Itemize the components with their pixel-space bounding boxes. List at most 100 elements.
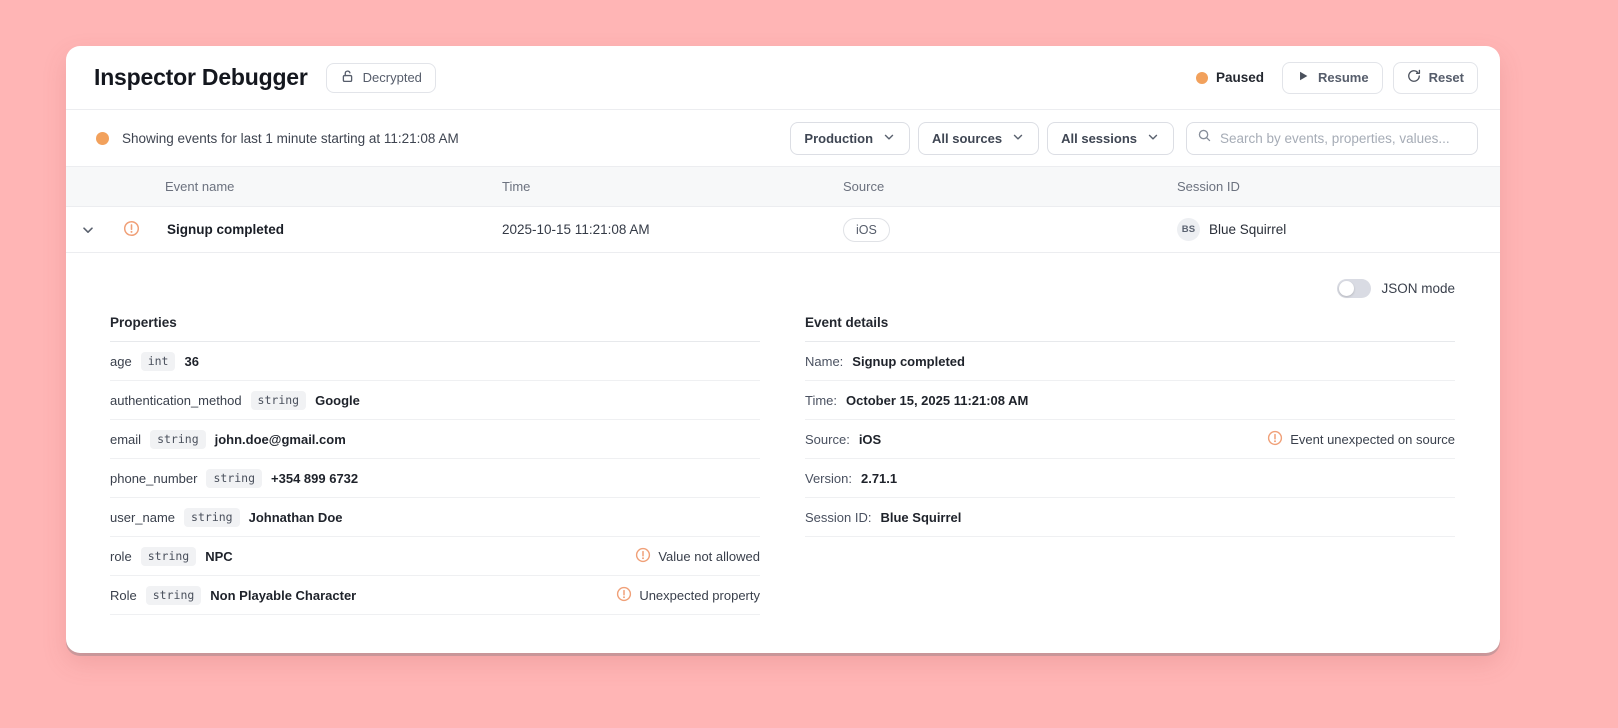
detail-value: 2.71.1 [860, 470, 898, 486]
properties-title: Properties [110, 315, 760, 342]
sources-dropdown[interactable]: All sources [918, 121, 1040, 155]
property-value: NPC [205, 548, 233, 564]
resume-button[interactable]: Resume [1282, 61, 1383, 94]
detail-label: Version: [805, 470, 852, 486]
property-type-badge: string [145, 585, 202, 605]
session-cell: BS Blue Squirrel [1177, 218, 1500, 241]
property-key: age [110, 353, 132, 369]
collapse-row-chevron-icon[interactable] [80, 222, 110, 238]
column-header-event-name: Event name [165, 179, 235, 194]
unlock-icon [340, 69, 355, 87]
detail-label: Source: [805, 431, 850, 447]
search-input[interactable] [1220, 130, 1467, 146]
app-header: Inspector Debugger Decrypted Paused Resu… [66, 46, 1500, 110]
json-mode-row: JSON mode [110, 279, 1455, 298]
property-key: Role [110, 587, 137, 603]
property-warning-text: Value not allowed [658, 548, 760, 564]
event-name-cell: Signup completed [66, 220, 502, 240]
detail-warning-text: Event unexpected on source [1290, 431, 1455, 447]
sessions-dropdown[interactable]: All sessions [1047, 121, 1174, 155]
property-type-badge: string [140, 546, 197, 566]
detail-row: Name: Signup completed [805, 342, 1455, 381]
property-value: Non Playable Character [210, 587, 357, 603]
property-row: Role string Non Playable Character Unexp… [110, 576, 760, 615]
property-type-badge: string [250, 390, 307, 410]
property-warning: Value not allowed [635, 547, 760, 566]
filter-bar: Showing events for last 1 minute startin… [66, 110, 1500, 167]
property-row: phone_number string +354 899 6732 [110, 459, 760, 498]
detail-row: Session ID: Blue Squirrel [805, 498, 1455, 537]
sources-dropdown-value: All sources [932, 130, 1003, 146]
live-status-dot [96, 131, 109, 145]
property-value: 36 [184, 353, 199, 369]
property-key: user_name [110, 509, 176, 525]
detail-value: Blue Squirrel [880, 509, 962, 525]
search-icon [1197, 128, 1212, 148]
sessions-dropdown-value: All sessions [1061, 130, 1137, 146]
property-type-badge: string [206, 468, 263, 488]
event-name: Signup completed [167, 222, 285, 237]
detail-warning: Event unexpected on source [1267, 430, 1455, 449]
decrypted-button[interactable]: Decrypted [325, 62, 436, 93]
toggle-knob [1339, 281, 1355, 296]
event-time: 2025-10-15 11:21:08 AM [502, 222, 650, 237]
column-header-session-id: Session ID [1177, 179, 1240, 194]
property-row: role string NPC Value not allowed [110, 537, 760, 576]
property-warning-text: Unexpected property [639, 587, 760, 603]
resume-label: Resume [1318, 70, 1369, 85]
event-details-section: Event details Name: Signup completed Tim… [805, 315, 1455, 615]
reset-button[interactable]: Reset [1392, 61, 1478, 94]
property-value: Johnathan Doe [248, 509, 343, 525]
session-avatar: BS [1177, 218, 1200, 241]
table-row[interactable]: Signup completed 2025-10-15 11:21:08 AM … [66, 207, 1500, 253]
decrypted-label: Decrypted [362, 70, 422, 85]
property-value: +354 899 6732 [271, 470, 359, 486]
property-row: user_name string Johnathan Doe [110, 498, 760, 537]
property-row: age int 36 [110, 342, 760, 381]
chevron-down-icon [1011, 130, 1025, 147]
property-type-badge: int [140, 351, 176, 371]
detail-row: Time: October 15, 2025 11:21:08 AM [805, 381, 1455, 420]
json-mode-toggle[interactable] [1337, 279, 1372, 298]
chevron-down-icon [882, 130, 896, 147]
property-value: Google [315, 392, 360, 408]
source-badge: iOS [843, 217, 890, 242]
environment-dropdown[interactable]: Production [790, 121, 911, 155]
table-header: Event name Time Source Session ID [66, 167, 1500, 207]
event-source-cell: iOS [843, 217, 1177, 242]
session-name: Blue Squirrel [1209, 222, 1287, 237]
property-type-badge: string [184, 507, 240, 527]
detail-value: Signup completed [852, 353, 965, 369]
environment-dropdown-value: Production [804, 130, 874, 146]
column-header-source: Source [843, 179, 885, 194]
property-warning: Unexpected property [616, 586, 760, 605]
detail-value: October 15, 2025 11:21:08 AM [846, 392, 1029, 408]
status-badge: Paused [1195, 70, 1264, 85]
play-icon [1296, 69, 1310, 86]
detail-label: Name: [805, 353, 844, 369]
chevron-down-icon [1146, 130, 1160, 147]
paused-status-label: Paused [1215, 70, 1264, 85]
column-header-time: Time [502, 179, 531, 194]
search-box [1186, 121, 1478, 155]
events-window-text: Showing events for last 1 minute startin… [122, 130, 459, 146]
paused-status-dot [1195, 71, 1208, 84]
property-row: authentication_method string Google [110, 381, 760, 420]
warning-icon [1267, 430, 1283, 449]
detail-value: iOS [858, 431, 882, 447]
json-mode-label: JSON mode [1381, 281, 1455, 296]
warning-icon [616, 586, 632, 605]
warning-icon [635, 547, 651, 566]
detail-label: Session ID: [805, 509, 872, 525]
page-title: Inspector Debugger [94, 64, 308, 90]
property-value: john.doe@gmail.com [214, 431, 346, 447]
event-details-title: Event details [805, 315, 1455, 342]
filter-controls: Production All sources All sessions [790, 121, 1478, 155]
property-key: phone_number [110, 470, 198, 486]
events-window-status: Showing events for last 1 minute startin… [96, 131, 459, 146]
event-warning-icon [123, 220, 140, 240]
property-key: email [110, 431, 142, 447]
refresh-icon [1407, 69, 1421, 86]
detail-label: Time: [805, 392, 838, 408]
inspector-debugger-window: Inspector Debugger Decrypted Paused Resu… [66, 46, 1500, 653]
